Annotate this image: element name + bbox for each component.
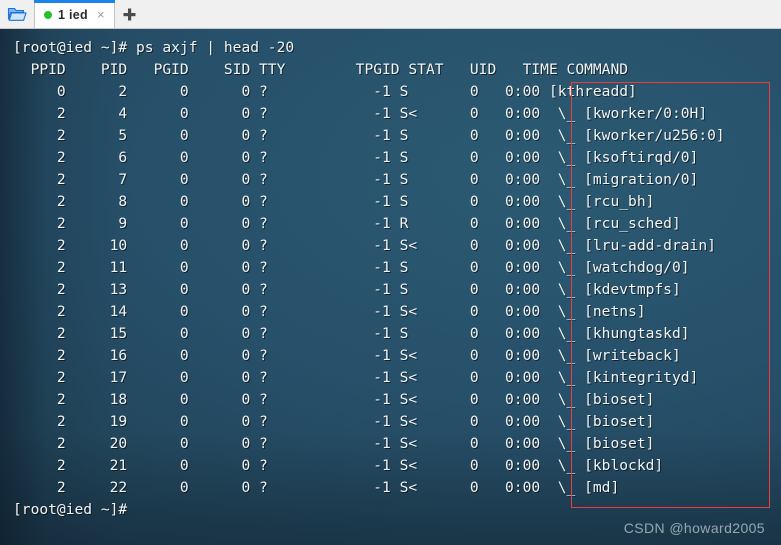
ps-row: 2 5 0 0 ? -1 S 0 0:00 \_ [kworker/u256:0… xyxy=(13,127,725,144)
ps-row: 2 7 0 0 ? -1 S 0 0:00 \_ [migration/0] xyxy=(13,171,699,188)
ps-row: 2 17 0 0 ? -1 S< 0 0:00 \_ [kintegrityd] xyxy=(13,369,699,386)
ps-header-row: PPID PID PGID SID TTY TPGID STAT UID TIM… xyxy=(13,61,629,78)
ps-row: 2 14 0 0 ? -1 S< 0 0:00 \_ [netns] xyxy=(13,303,646,320)
green-status-dot xyxy=(44,10,52,19)
ps-row: 2 20 0 0 ? -1 S< 0 0:00 \_ [bioset] xyxy=(13,435,655,452)
tab-bar: 1 ied × xyxy=(0,0,781,29)
tab-label: 1 ied xyxy=(58,7,88,22)
ps-row: 2 21 0 0 ? -1 S< 0 0:00 \_ [kblockd] xyxy=(13,457,664,474)
ps-row: 2 15 0 0 ? -1 S 0 0:00 \_ [khungtaskd] xyxy=(13,325,690,342)
ps-row: 2 16 0 0 ? -1 S< 0 0:00 \_ [writeback] xyxy=(13,347,681,364)
terminal-final-prompt: [root@ied ~]# xyxy=(13,501,128,518)
ps-row: 2 6 0 0 ? -1 S 0 0:00 \_ [ksoftirqd/0] xyxy=(13,149,699,166)
ps-row: 2 10 0 0 ? -1 S< 0 0:00 \_ [lru-add-drai… xyxy=(13,237,716,254)
terminal-tab-1[interactable]: 1 ied × xyxy=(34,0,115,28)
terminal-app-window: 1 ied × [root@ied ~]# ps axjf | head -20… xyxy=(0,0,781,545)
ps-row: 2 8 0 0 ? -1 S 0 0:00 \_ [rcu_bh] xyxy=(13,193,655,210)
ps-row: 2 19 0 0 ? -1 S< 0 0:00 \_ [bioset] xyxy=(13,413,655,430)
ps-row: 2 22 0 0 ? -1 S< 0 0:00 \_ [md] xyxy=(13,479,620,496)
ps-rows: 0 2 0 0 ? -1 S 0 0:00 [kthreadd] 2 4 0 0… xyxy=(0,81,781,499)
close-icon[interactable]: × xyxy=(94,8,108,21)
ps-row: 2 13 0 0 ? -1 S 0 0:00 \_ [kdevtmpfs] xyxy=(13,281,681,298)
folder-open-icon xyxy=(7,7,27,21)
terminal-output: [root@ied ~]# ps axjf | head -20 PPID PI… xyxy=(0,29,781,521)
ps-row: 0 2 0 0 ? -1 S 0 0:00 [kthreadd] xyxy=(13,83,637,100)
watermark: CSDN @howard2005 xyxy=(623,520,765,536)
open-folder-button[interactable] xyxy=(0,0,34,28)
terminal-command-line: [root@ied ~]# ps axjf | head -20 xyxy=(13,39,295,56)
ps-row: 2 18 0 0 ? -1 S< 0 0:00 \_ [bioset] xyxy=(13,391,655,408)
new-tab-button[interactable] xyxy=(115,0,145,28)
terminal-screen[interactable]: [root@ied ~]# ps axjf | head -20 PPID PI… xyxy=(0,29,781,545)
plus-icon xyxy=(123,8,136,20)
ps-row: 2 11 0 0 ? -1 S 0 0:00 \_ [watchdog/0] xyxy=(13,259,690,276)
ps-row: 2 4 0 0 ? -1 S< 0 0:00 \_ [kworker/0:0H] xyxy=(13,105,708,122)
ps-row: 2 9 0 0 ? -1 R 0 0:00 \_ [rcu_sched] xyxy=(13,215,681,232)
